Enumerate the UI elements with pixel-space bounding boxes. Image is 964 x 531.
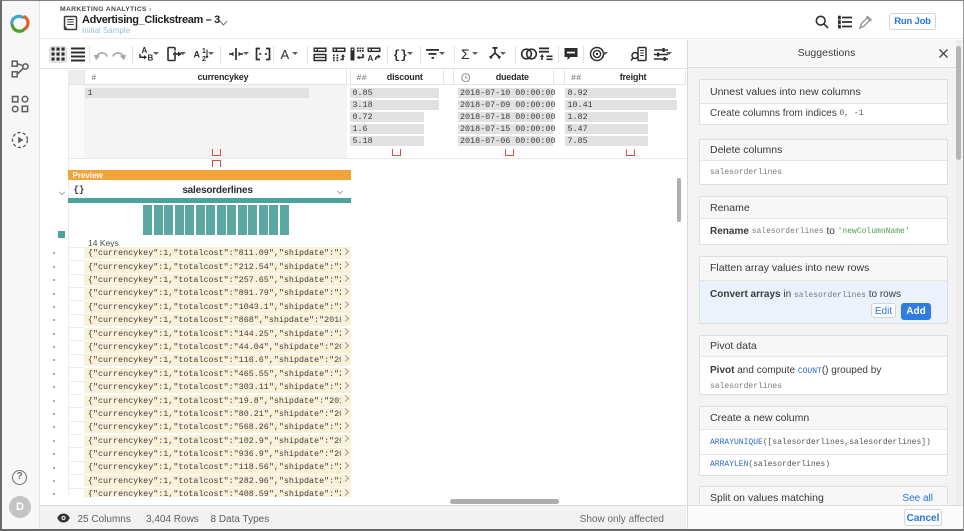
svg-text:{}: {} (393, 49, 407, 63)
svg-text:2: 2 (202, 56, 206, 63)
svg-text:Σ: Σ (461, 46, 470, 62)
svg-text:A: A (368, 54, 374, 63)
svg-text:A: A (281, 47, 290, 62)
svg-text:1: 1 (202, 48, 206, 55)
svg-text:A: A (194, 50, 201, 60)
